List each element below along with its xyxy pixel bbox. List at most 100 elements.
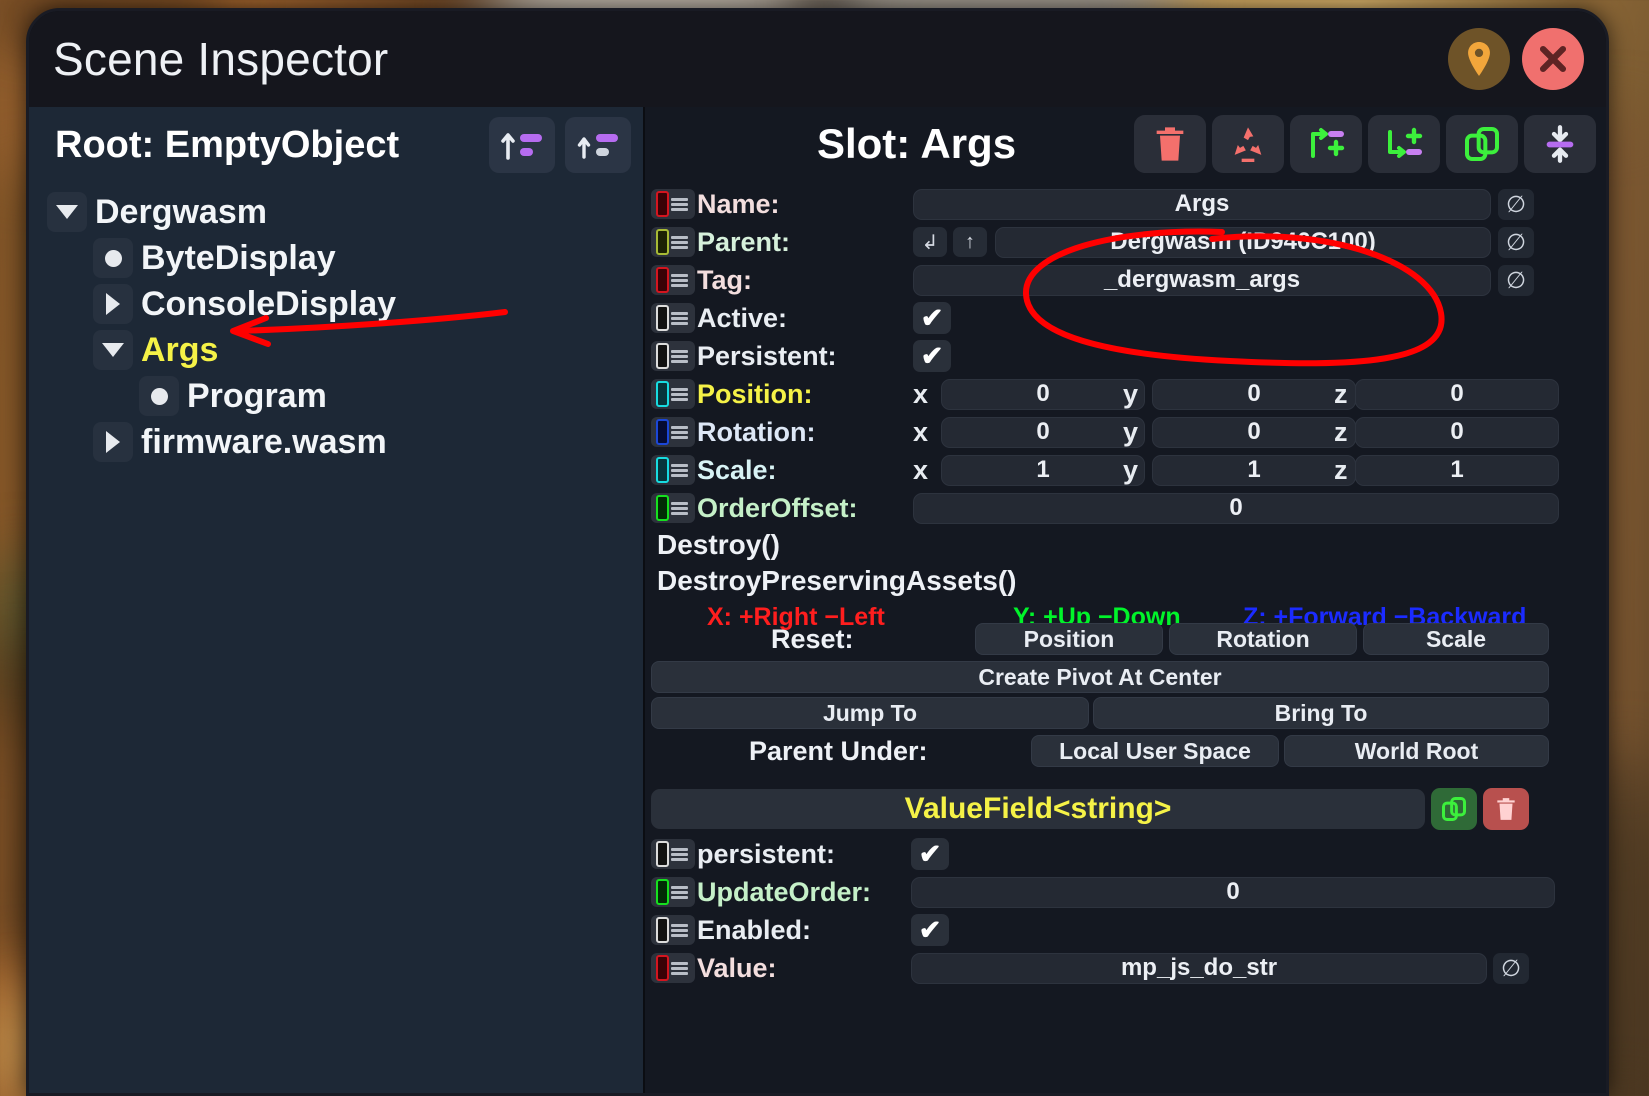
duplicate-icon[interactable] <box>1446 115 1518 173</box>
tag-input[interactable]: _dergwasm_args <box>913 264 1491 296</box>
tree-item-program[interactable]: Program <box>139 373 643 419</box>
trash-icon[interactable] <box>1134 115 1206 173</box>
position-y-input[interactable]: 0 <box>1152 378 1356 410</box>
component-persistent-checkbox[interactable]: ✔ <box>911 838 949 870</box>
component-title[interactable]: ValueField<string> <box>651 789 1425 829</box>
jump-bring-row: Jump To Bring To <box>645 695 1606 731</box>
type-swatch-icon <box>651 915 695 945</box>
scene-inspector-window: Scene Inspector Root: EmptyObject Dergwa… <box>26 8 1609 1096</box>
bring-to-button[interactable]: Bring To <box>1093 697 1549 729</box>
scale-x-input[interactable]: 1 <box>941 454 1145 486</box>
parent-null-button[interactable]: ∅ <box>1498 226 1534 258</box>
type-swatch-icon <box>651 227 695 257</box>
component-row-persistent: persistent: ✔ <box>645 835 1606 873</box>
property-label: Position: <box>697 378 813 409</box>
type-swatch-icon <box>651 417 695 447</box>
slot-properties: Name: Args ∅ Parent: ↲ ↑ Dergwasm (ID946… <box>645 181 1606 987</box>
name-input[interactable]: Args <box>913 188 1491 220</box>
function-row-destroy-preserving[interactable]: DestroyPreservingAssets() <box>645 563 1606 599</box>
slot-title: Slot: Args <box>816 120 1017 167</box>
trash-icon[interactable] <box>1483 788 1529 830</box>
drag-handle-icon <box>671 273 688 287</box>
property-row-parent: Parent: ↲ ↑ Dergwasm (ID946C100) ∅ <box>645 223 1606 261</box>
scale-y-input[interactable]: 1 <box>1152 454 1356 486</box>
pivot-row: Create Pivot At Center <box>645 659 1606 695</box>
drag-handle-icon <box>671 923 688 937</box>
axis-label-x: x <box>913 454 929 485</box>
active-checkbox[interactable]: ✔ <box>913 302 951 334</box>
parent-under-local-user-space-button[interactable]: Local User Space <box>1031 735 1279 767</box>
leaf-dot-icon <box>139 376 179 416</box>
name-null-button[interactable]: ∅ <box>1498 188 1534 220</box>
rotation-z-input[interactable]: 0 <box>1355 416 1559 448</box>
type-swatch-icon <box>651 877 695 907</box>
tree-item-firmware-wasm[interactable]: firmware.wasm <box>93 419 643 465</box>
component-row-updateorder: UpdateOrder: 0 <box>645 873 1606 911</box>
destroy-preserving-assets-function[interactable]: DestroyPreservingAssets() <box>651 565 1017 597</box>
inspector-panel: Slot: Args Name: Args ∅ Parent: ↲ ↑ Derg… <box>645 107 1606 1093</box>
property-label: Value: <box>697 952 777 983</box>
component-value-null-button[interactable]: ∅ <box>1493 952 1529 984</box>
property-label: Scale: <box>697 454 777 485</box>
reset-position-button[interactable]: Position <box>975 623 1163 655</box>
orderoffset-input[interactable]: 0 <box>913 492 1559 524</box>
tag-null-button[interactable]: ∅ <box>1498 264 1534 296</box>
property-label: Persistent: <box>697 340 837 371</box>
go-to-parent-icon[interactable]: ↑ <box>953 227 987 257</box>
position-x-input[interactable]: 0 <box>941 378 1145 410</box>
hierarchy-tree: Dergwasm ByteDisplay ConsoleDisplay Args <box>29 183 643 465</box>
parent-under-world-root-button[interactable]: World Root <box>1284 735 1549 767</box>
scale-z-input[interactable]: 1 <box>1355 454 1559 486</box>
arrow-up-list-icon[interactable] <box>489 117 555 173</box>
leaf-dot-icon <box>93 238 133 278</box>
add-sibling-slot-icon[interactable] <box>1368 115 1440 173</box>
move-updown-icon[interactable] <box>1524 115 1596 173</box>
rotation-x-input[interactable]: 0 <box>941 416 1145 448</box>
function-row-destroy[interactable]: Destroy() <box>645 527 1606 563</box>
reset-rotation-button[interactable]: Rotation <box>1169 623 1357 655</box>
property-row-active: Active: ✔ <box>645 299 1606 337</box>
arrow-up-parent-icon[interactable] <box>565 117 631 173</box>
axis-label-x: x <box>913 416 929 447</box>
rotation-y-input[interactable]: 0 <box>1152 416 1356 448</box>
property-row-tag: Tag: _dergwasm_args ∅ <box>645 261 1606 299</box>
jump-to-button[interactable]: Jump To <box>651 697 1089 729</box>
chevron-down-icon[interactable] <box>93 330 133 370</box>
recycle-icon[interactable] <box>1212 115 1284 173</box>
reset-scale-button[interactable]: Scale <box>1363 623 1549 655</box>
location-pin-icon[interactable] <box>1448 28 1510 90</box>
reset-row: Reset: Position Rotation Scale <box>645 619 1606 659</box>
chevron-down-icon[interactable] <box>47 192 87 232</box>
tree-item-args[interactable]: Args <box>93 327 643 373</box>
tree-item-bytedisplay[interactable]: ByteDisplay <box>93 235 643 281</box>
close-icon[interactable] <box>1522 28 1584 90</box>
chevron-right-icon[interactable] <box>93 284 133 324</box>
drag-handle-icon <box>671 463 688 477</box>
type-swatch-icon <box>651 265 695 295</box>
open-in-new-icon[interactable]: ↲ <box>913 227 947 257</box>
axis-label-y: y <box>1123 378 1139 409</box>
component-value-input[interactable]: mp_js_do_str <box>911 952 1487 984</box>
add-child-slot-icon[interactable] <box>1290 115 1362 173</box>
type-swatch-icon <box>651 341 695 371</box>
destroy-function[interactable]: Destroy() <box>651 529 780 561</box>
create-pivot-at-center-button[interactable]: Create Pivot At Center <box>651 661 1549 693</box>
position-z-input[interactable]: 0 <box>1355 378 1559 410</box>
type-swatch-icon <box>651 379 695 409</box>
drag-handle-icon <box>671 349 688 363</box>
property-row-name: Name: Args ∅ <box>645 185 1606 223</box>
tree-item-dergwasm[interactable]: Dergwasm <box>47 189 643 235</box>
component-updateorder-input[interactable]: 0 <box>911 876 1555 908</box>
component-enabled-checkbox[interactable]: ✔ <box>911 914 949 946</box>
duplicate-icon[interactable] <box>1431 788 1477 830</box>
chevron-right-icon[interactable] <box>93 422 133 462</box>
tree-item-consoledisplay[interactable]: ConsoleDisplay <box>93 281 643 327</box>
parent-under-row: Parent Under: Local User Space World Roo… <box>645 731 1606 771</box>
property-label: persistent: <box>697 838 836 869</box>
component-row-enabled: Enabled: ✔ <box>645 911 1606 949</box>
parent-input[interactable]: Dergwasm (ID946C100) <box>995 226 1491 258</box>
property-label: Rotation: <box>697 416 816 447</box>
tree-item-label: Dergwasm <box>95 192 267 231</box>
property-row-rotation: Rotation: x 0 y 0 z 0 <box>645 413 1606 451</box>
persistent-checkbox[interactable]: ✔ <box>913 340 951 372</box>
